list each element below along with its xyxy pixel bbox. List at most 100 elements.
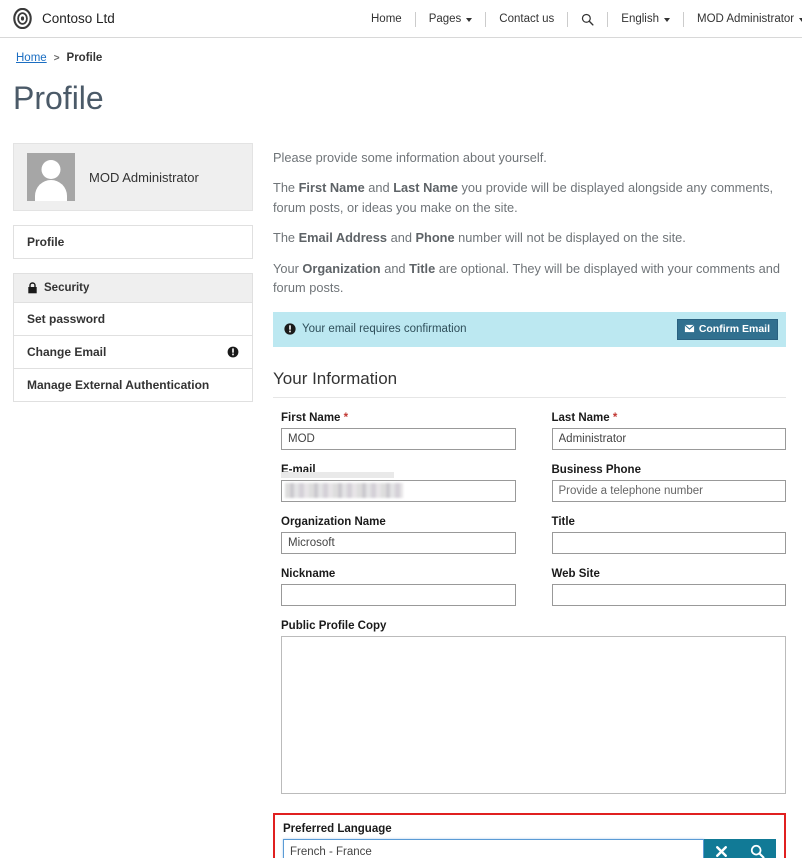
intro-p3-email-address: Email Address xyxy=(298,230,388,246)
intro-p2-first-name: First Name xyxy=(298,180,365,196)
profile-card: MOD Administrator xyxy=(13,143,253,211)
public-profile-copy-textarea[interactable] xyxy=(281,635,786,794)
nickname-input[interactable] xyxy=(281,583,516,606)
intro-paragraph-2: The First Name and Last Name you provide… xyxy=(273,178,786,217)
field-title: Title xyxy=(551,515,786,554)
intro-p3-a: The xyxy=(273,230,299,246)
nav-item-language[interactable]: English xyxy=(608,0,683,38)
first-name-label-text: First Name xyxy=(281,411,341,424)
nav-item-contact-us-label: Contact us xyxy=(499,13,555,25)
nav-item-language-label: English xyxy=(621,13,659,25)
sidebar-item-profile-label: Profile xyxy=(27,235,65,249)
email-input-wrapper xyxy=(281,471,516,502)
sidebar-profile-group: Profile xyxy=(13,225,253,259)
intro-p3-phone: Phone xyxy=(415,230,455,246)
info-circle-icon xyxy=(227,346,239,358)
nav-item-home[interactable]: Home xyxy=(358,0,415,38)
sidebar-item-set-password[interactable]: Set password xyxy=(13,302,253,335)
chevron-down-icon xyxy=(664,18,670,22)
ring-logo-icon xyxy=(12,7,33,30)
search-icon xyxy=(581,13,594,26)
nav-item-pages[interactable]: Pages xyxy=(416,0,486,38)
intro-p3-c: and xyxy=(387,230,416,246)
lock-icon xyxy=(27,282,38,294)
preferred-language-input[interactable] xyxy=(283,838,705,858)
breadcrumb-separator: > xyxy=(53,52,60,64)
sidebar-security-heading-label: Security xyxy=(44,282,90,294)
intro-p4-organization: Organization xyxy=(302,260,381,276)
exclamation-circle-icon xyxy=(284,323,296,335)
public-profile-copy-label: Public Profile Copy xyxy=(281,619,387,632)
sidebar-item-manage-external-authentication[interactable]: Manage External Authentication xyxy=(13,368,253,402)
web-site-input[interactable] xyxy=(551,583,786,606)
intro-p4-title: Title xyxy=(409,260,436,276)
nav-item-contact-us[interactable]: Contact us xyxy=(486,0,567,38)
nav-item-user-menu[interactable]: MOD Administrator xyxy=(684,0,802,38)
first-name-required-marker: * xyxy=(343,411,349,424)
field-web-site: Web Site xyxy=(551,568,786,606)
nav-item-user-menu-label: MOD Administrator xyxy=(697,13,795,25)
organization-name-input[interactable] xyxy=(281,531,516,554)
field-public-profile-copy: Public Profile Copy xyxy=(281,620,786,799)
email-confirmation-alert: Your email requires confirmation Confirm… xyxy=(273,311,786,347)
business-phone-label: Business Phone xyxy=(551,463,641,476)
preferred-language-clear-button[interactable] xyxy=(704,838,741,858)
confirm-email-button-label: Confirm Email xyxy=(698,322,770,335)
last-name-label-text: Last Name xyxy=(551,411,610,424)
email-redaction-bar xyxy=(281,471,394,478)
sidebar-item-profile[interactable]: Profile xyxy=(13,225,253,259)
sidebar-item-change-email[interactable]: Change Email xyxy=(13,335,253,368)
last-name-label: Last Name * xyxy=(552,412,787,424)
intro-p2-c: and xyxy=(364,180,394,196)
intro-p3-d: number will not be displayed on the site… xyxy=(454,230,686,246)
breadcrumb-current: Profile xyxy=(66,52,103,64)
preferred-language-input-group xyxy=(283,838,776,858)
sidebar-item-change-email-label: Change Email xyxy=(27,345,107,359)
field-nickname: Nickname xyxy=(281,568,516,606)
field-first-name: First Name * xyxy=(281,412,516,450)
chevron-down-icon xyxy=(466,18,473,22)
preferred-language-search-button[interactable] xyxy=(740,838,776,858)
form-row-names: First Name * Last Name * xyxy=(281,412,786,450)
title-label: Title xyxy=(551,515,575,528)
page-title: Profile xyxy=(13,80,104,116)
brand-link[interactable]: Contoso Ltd xyxy=(12,7,115,30)
nav-item-pages-label: Pages xyxy=(428,13,462,25)
profile-form: First Name * Last Name * E-mail xyxy=(273,398,786,858)
business-phone-input[interactable] xyxy=(551,479,786,502)
form-row-nickname-website: Nickname Web Site xyxy=(281,568,786,606)
last-name-required-marker: * xyxy=(612,411,618,424)
field-business-phone: Business Phone xyxy=(551,463,786,502)
sidebar: MOD Administrator Profile Security Set p… xyxy=(13,143,253,402)
confirm-email-button[interactable]: Confirm Email xyxy=(676,318,778,340)
search-icon xyxy=(750,844,765,858)
profile-card-name: MOD Administrator xyxy=(89,169,199,185)
intro-p2-a: The xyxy=(273,180,299,196)
breadcrumb-home-link[interactable]: Home xyxy=(16,52,47,64)
nickname-label: Nickname xyxy=(281,567,336,580)
intro-p4-a: Your xyxy=(273,260,303,276)
field-organization-name: Organization Name xyxy=(281,516,516,554)
first-name-input[interactable] xyxy=(281,427,516,450)
organization-name-label: Organization Name xyxy=(281,515,386,528)
intro-paragraph-3: The Email Address and Phone number will … xyxy=(273,228,786,247)
preferred-language-label: Preferred Language xyxy=(283,822,392,835)
form-row-email-phone: E-mail Business Phone xyxy=(281,464,786,502)
nav-item-home-label: Home xyxy=(371,13,402,25)
preferred-language-highlight: Preferred Language xyxy=(273,812,786,858)
top-navbar: Contoso Ltd Home Pages Contact us Englis… xyxy=(0,0,802,38)
field-last-name: Last Name * xyxy=(551,412,787,450)
title-input[interactable] xyxy=(551,531,786,554)
intro-p4-c: and xyxy=(380,260,410,276)
first-name-label: First Name * xyxy=(281,412,516,424)
nav-search-button[interactable] xyxy=(568,0,607,38)
email-redaction-overlay xyxy=(285,482,403,498)
sidebar-item-manage-external-authentication-label: Manage External Authentication xyxy=(27,378,210,392)
field-email: E-mail xyxy=(281,464,516,502)
alert-message: Your email requires confirmation xyxy=(302,323,467,336)
sidebar-security-group: Security Set password Change Email Manag… xyxy=(13,273,253,402)
main-content: Please provide some information about yo… xyxy=(273,143,786,858)
last-name-input[interactable] xyxy=(551,427,786,450)
intro-paragraph-4: Your Organization and Title are optional… xyxy=(273,259,786,298)
page-body: MOD Administrator Profile Security Set p… xyxy=(0,117,802,858)
